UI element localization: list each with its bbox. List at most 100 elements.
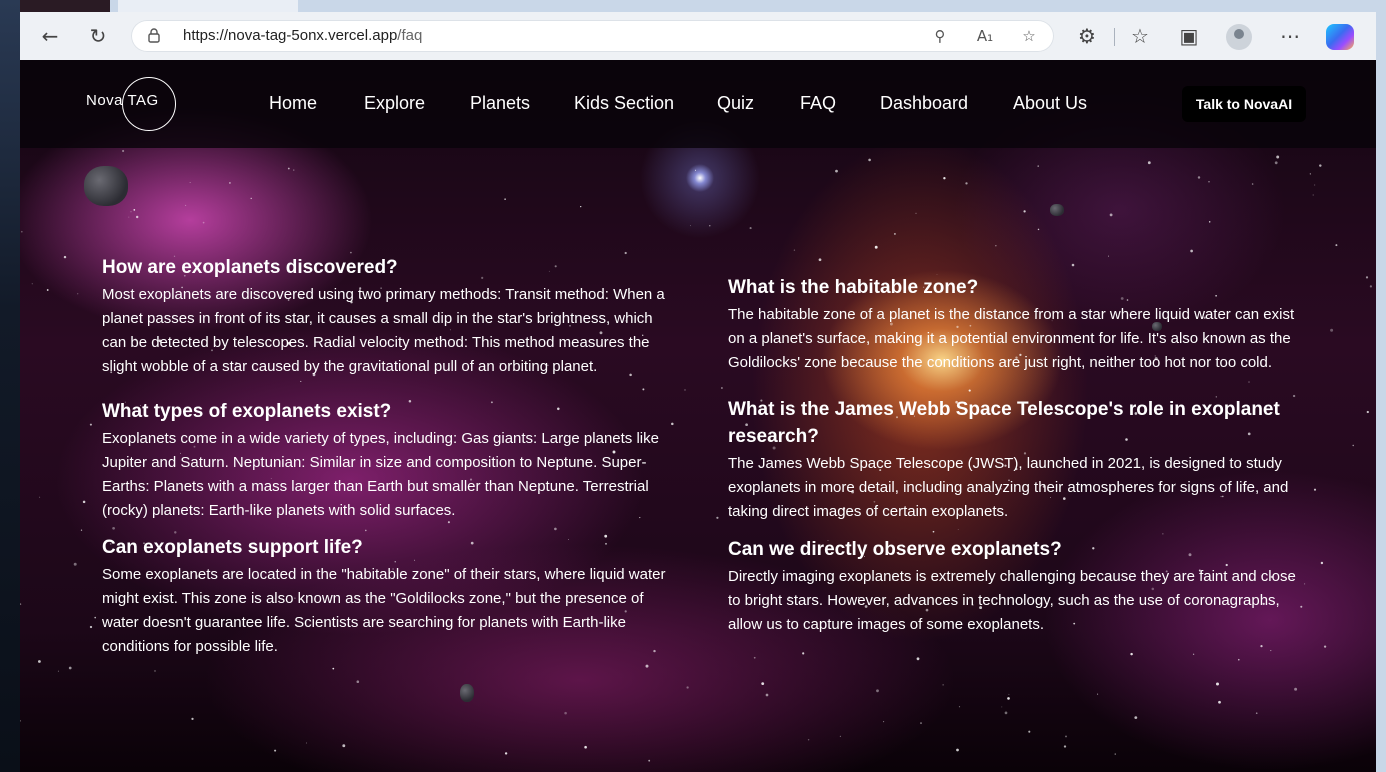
star-dot [89, 423, 92, 426]
nav-link-dashboard[interactable]: Dashboard [880, 93, 968, 114]
star-dot [690, 225, 691, 227]
star-dot [716, 516, 719, 519]
star-dot [191, 717, 194, 721]
more-icon[interactable]: ⋯ [1276, 22, 1304, 50]
star-dot [1260, 645, 1263, 648]
nav-link-home[interactable]: Home [269, 93, 317, 114]
star-dot [31, 283, 33, 285]
logo-text-nova: Nova [86, 92, 124, 109]
star-dot [584, 745, 587, 749]
star-dot [694, 169, 697, 171]
star-dot [995, 245, 997, 247]
star-dot [957, 528, 959, 530]
nav-link-kids-section[interactable]: Kids Section [574, 93, 674, 114]
star-dot [1208, 221, 1211, 223]
star-dot [57, 670, 59, 672]
star-dot [1216, 682, 1219, 686]
star-dot [720, 387, 723, 389]
star-dot [874, 245, 878, 249]
faq-page: Nova TAG Home Explore Planets Kids Secti… [20, 60, 1376, 772]
profile-icon[interactable] [1226, 24, 1252, 50]
star-dot [128, 216, 130, 218]
star-dot [185, 204, 187, 206]
logo-text-tag: TAG [127, 92, 159, 109]
star-dot [1037, 165, 1039, 167]
browser-toolbar: ← ↻ https://nova-tag-5onx.vercel.app/faq… [20, 12, 1376, 61]
toolbar-separator [1114, 28, 1115, 46]
star-dot [968, 389, 971, 392]
address-bar[interactable]: https://nova-tag-5onx.vercel.app/faq ⚲ A… [131, 20, 1054, 52]
nav-link-about-us[interactable]: About Us [1013, 93, 1087, 114]
star-dot [305, 742, 308, 744]
star-dot [1114, 753, 1116, 755]
faq-item: How are exoplanets discovered? Most exop… [102, 254, 678, 379]
nav-link-faq[interactable]: FAQ [800, 93, 836, 114]
star-dot [1274, 161, 1278, 165]
favorite-star-icon[interactable]: ☆ [1017, 24, 1041, 48]
faq-answer: Exoplanets come in a wide variety of typ… [102, 430, 659, 519]
star-dot [839, 735, 842, 738]
url-text[interactable]: https://nova-tag-5onx.vercel.app/faq [183, 27, 422, 44]
star-dot [932, 530, 935, 533]
favorites-list-icon[interactable]: ☆ [1126, 22, 1154, 50]
refresh-icon[interactable]: ↻ [84, 22, 112, 50]
nav-link-explore[interactable]: Explore [364, 93, 425, 114]
star-dot [287, 167, 290, 170]
star-dot [765, 693, 769, 697]
star-dot [293, 169, 295, 171]
desktop-window-tab [118, 0, 298, 12]
faq-question: What is the James Webb Space Telescope's… [728, 399, 1280, 447]
star-dot [807, 738, 810, 741]
star-dot [122, 149, 125, 153]
star-dot [1130, 652, 1133, 656]
lock-icon[interactable] [147, 27, 161, 43]
asteroid [84, 166, 128, 206]
star-dot [920, 722, 922, 725]
faq-question: Can exoplanets support life? [102, 537, 363, 558]
star-dot [876, 689, 879, 693]
star-dot [189, 182, 191, 183]
star-dot [642, 388, 645, 391]
star-dot [504, 198, 506, 200]
extensions-icon[interactable]: ⚙ [1073, 22, 1101, 50]
star-dot [136, 215, 139, 219]
star-dot [1147, 161, 1151, 165]
faq-item: What is the habitable zone? The habitabl… [728, 274, 1304, 375]
nav-link-quiz[interactable]: Quiz [717, 93, 754, 114]
star-dot [916, 657, 920, 661]
zoom-out-icon[interactable]: ⚲ [928, 24, 952, 48]
star-dot [46, 289, 49, 291]
star-dot [73, 562, 77, 566]
site-logo[interactable]: Nova TAG [86, 76, 180, 132]
star-dot [1008, 693, 1010, 695]
star-dot [802, 652, 805, 655]
star-dot [1001, 706, 1003, 708]
star-dot [1270, 650, 1272, 652]
url-host: https://nova-tag-5onx.vercel.app [183, 27, 398, 44]
asteroid [1050, 204, 1064, 216]
faq-answer: Most exoplanets are discovered using two… [102, 286, 665, 375]
star-dot [1238, 658, 1240, 661]
star-dot [342, 744, 346, 748]
nav-link-planets[interactable]: Planets [470, 93, 530, 114]
star-dot [94, 616, 96, 619]
desktop-top-strip [0, 0, 1386, 12]
star-dot [554, 527, 557, 531]
desktop-right-strip [1376, 0, 1386, 772]
star-dot [1366, 410, 1369, 414]
star-dot [1335, 244, 1338, 247]
star-dot [356, 680, 360, 683]
screenshot-icon[interactable]: ▣ [1175, 22, 1203, 50]
star-dot [1330, 328, 1334, 332]
url-path: /faq [397, 27, 423, 44]
star-dot [1071, 263, 1075, 267]
back-arrow-icon[interactable]: ← [36, 22, 64, 50]
star-dot [1028, 730, 1031, 733]
talk-to-novaai-button[interactable]: Talk to NovaAI [1182, 86, 1306, 122]
star-dot [20, 603, 22, 605]
star-dot [82, 500, 86, 504]
faq-answer: Some exoplanets are located in the "habi… [102, 566, 666, 655]
read-aloud-icon[interactable]: A₁ [973, 24, 997, 48]
copilot-icon[interactable] [1326, 24, 1354, 50]
star-dot [39, 496, 41, 498]
